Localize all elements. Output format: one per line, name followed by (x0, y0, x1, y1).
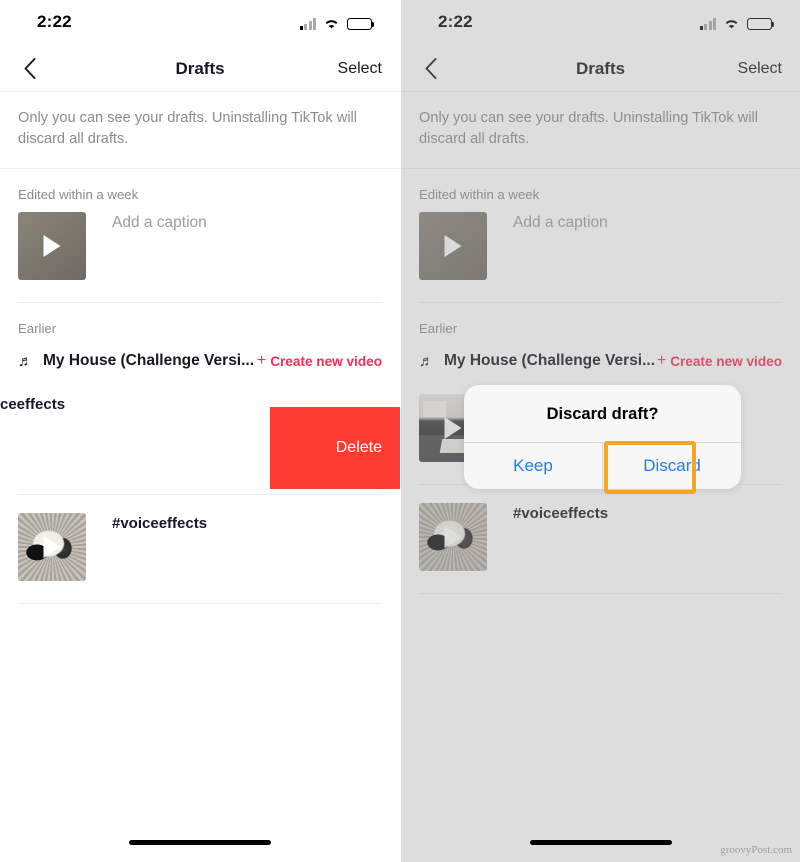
battery-icon (747, 17, 775, 30)
create-new-video-button[interactable]: + Create new video (657, 353, 782, 369)
status-time: 2:22 (438, 12, 473, 31)
video-thumbnail[interactable] (419, 503, 487, 572)
status-bar: 2:22 (0, 0, 400, 46)
play-icon (444, 235, 462, 258)
keep-button[interactable]: Keep (464, 443, 602, 489)
select-button[interactable]: Select (738, 60, 782, 78)
status-time: 2:22 (37, 12, 72, 31)
section-heading-recent: Edited within a week (419, 187, 540, 203)
phone-screen-right: 2:22 Drafts Select Only you can see your… (400, 0, 800, 862)
discard-button[interactable]: Discard (602, 443, 741, 489)
battery-icon (347, 17, 375, 30)
delete-button[interactable]: Delete (270, 407, 400, 490)
status-icons (699, 14, 775, 30)
plus-icon: + (256, 352, 267, 370)
navigation-bar: Drafts Select (401, 46, 800, 92)
discard-draft-dialog: Discard draft? Keep Discard (464, 385, 741, 489)
music-note-icon: ♬ (18, 352, 33, 370)
cellular-signal-icon (699, 18, 716, 30)
play-icon (444, 526, 462, 549)
draft-caption: Add a caption (112, 214, 207, 232)
home-indicator-bar (529, 840, 672, 845)
draft-row-second[interactable]: #voiceeffects (0, 495, 400, 582)
draft-caption: #voiceeffects (112, 515, 208, 533)
cellular-signal-icon (299, 18, 316, 30)
swiped-row-content: ceeffects (0, 376, 288, 462)
chevron-left-icon (24, 58, 36, 79)
video-thumbnail[interactable] (18, 513, 86, 582)
draft-caption: #voiceeffects (513, 505, 609, 523)
music-info: ♬ My House (Challenge Versi... (419, 352, 655, 370)
play-icon (43, 536, 61, 559)
wifi-icon (723, 17, 740, 30)
back-button[interactable] (417, 55, 445, 83)
section-heading-earlier: Earlier (18, 321, 57, 337)
section-heading-recent: Edited within a week (18, 187, 139, 203)
create-new-video-label: Create new video (670, 353, 782, 369)
drafts-notice: Only you can see your drafts. Uninstalli… (0, 92, 400, 170)
home-indicator-bar (129, 840, 271, 845)
music-note-icon: ♬ (419, 352, 434, 370)
dialog-actions: Keep Discard (464, 442, 741, 489)
row-divider (18, 603, 382, 605)
draft-caption: Add a caption (513, 214, 608, 232)
phone-screen-left: 2:22 Drafts Select Only you can see your… (0, 0, 400, 862)
draft-row-recent[interactable]: Add a caption (401, 212, 800, 281)
music-row[interactable]: ♬ My House (Challenge Versi... + Create … (401, 346, 800, 376)
music-row[interactable]: ♬ My House (Challenge Versi... + Create … (0, 346, 400, 376)
video-thumbnail[interactable] (419, 212, 487, 281)
music-info: ♬ My House (Challenge Versi... (18, 352, 254, 370)
video-thumbnail[interactable] (18, 212, 86, 281)
plus-icon: + (656, 352, 667, 370)
wifi-icon (323, 17, 340, 30)
chevron-left-icon (425, 58, 437, 79)
drafts-notice: Only you can see your drafts. Uninstalli… (401, 92, 800, 170)
music-title: My House (Challenge Versi... (444, 352, 656, 370)
section-heading-earlier: Earlier (419, 321, 458, 337)
create-new-video-button[interactable]: + Create new video (257, 353, 382, 369)
draft-caption-truncated: ceeffects (0, 396, 66, 414)
dual-phone-screenshot: 2:22 Drafts Select Only you can see your… (0, 0, 800, 862)
play-icon (444, 417, 462, 440)
play-icon (43, 235, 61, 258)
dialog-title: Discard draft? (546, 405, 659, 423)
music-title: My House (Challenge Versi... (43, 352, 255, 370)
create-new-video-label: Create new video (270, 353, 382, 369)
status-bar: 2:22 (401, 0, 800, 46)
row-divider (419, 593, 782, 595)
select-button[interactable]: Select (338, 60, 382, 78)
swiped-draft-row[interactable]: ceeffects Delete (0, 376, 400, 494)
draft-row-recent[interactable]: Add a caption (0, 212, 400, 281)
watermark: groovyPost.com (720, 844, 792, 856)
back-button[interactable] (16, 55, 44, 83)
navigation-bar: Drafts Select (0, 46, 400, 92)
draft-row-second[interactable]: #voiceeffects (401, 485, 800, 572)
status-icons (299, 14, 375, 30)
